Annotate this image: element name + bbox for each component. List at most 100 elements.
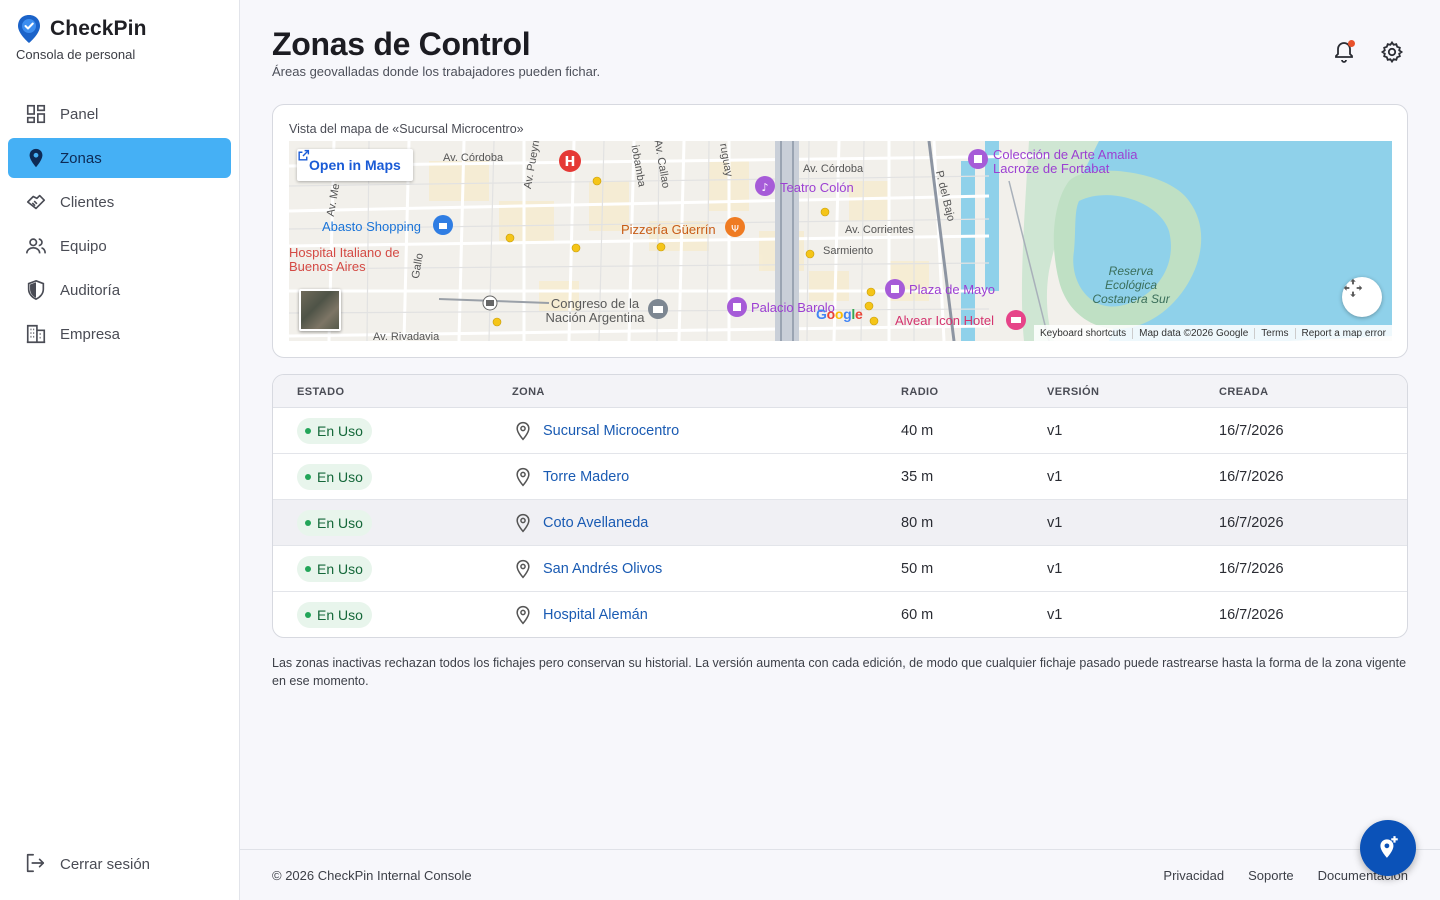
- column-header-version[interactable]: VERSIÓN: [1047, 386, 1099, 398]
- sidebar-item-label: Auditoría: [60, 281, 121, 299]
- map-label-area: Reserva Ecológica Costanera Sur: [1092, 264, 1170, 306]
- table-row[interactable]: En Uso San Andrés Olivos 50 m v1 16/7/20…: [273, 546, 1407, 592]
- sidebar: CheckPin Consola de personal Panel Zonas…: [0, 0, 240, 900]
- zone-version: v1: [1047, 561, 1063, 577]
- table-row[interactable]: En Uso Hospital Alemán 60 m v1 16/7/2026: [273, 592, 1407, 637]
- map-label-poi: Hospital Italiano de Buenos Aires: [289, 245, 400, 274]
- brand-subtitle: Consola de personal: [16, 47, 136, 62]
- zone-version: v1: [1047, 607, 1063, 623]
- logout-label: Cerrar sesión: [60, 855, 151, 873]
- map-label-poi: Pizzería Güerrín: [621, 222, 716, 237]
- map-label-poi: Congreso de la Nación Argentina: [545, 296, 645, 325]
- footer-link-privacidad[interactable]: Privacidad: [1163, 868, 1224, 883]
- map-label-street: Av. Rivadavia: [373, 331, 440, 341]
- zone-version: v1: [1047, 469, 1063, 485]
- map-label-poi: Alvear Icon Hotel: [895, 313, 994, 328]
- zone-created-date: 16/7/2026: [1219, 607, 1284, 623]
- sidebar-item-label: Empresa: [60, 325, 121, 343]
- zone-link[interactable]: Coto Avellaneda: [543, 515, 648, 531]
- zone-map[interactable]: H ♪ Ψ Av. Córdoba Av. Córdoba Av. Corrie…: [289, 141, 1392, 341]
- checkpin-logo-icon: [16, 14, 44, 44]
- sidebar-item-auditoria[interactable]: Auditoría: [8, 270, 231, 310]
- location-pin-icon: [516, 559, 530, 579]
- table-row[interactable]: En Uso Coto Avellaneda 80 m v1 16/7/2026: [273, 500, 1407, 546]
- zone-link[interactable]: San Andrés Olivos: [543, 561, 662, 577]
- svg-text:H: H: [565, 155, 576, 170]
- table-row[interactable]: En Uso Sucursal Microcentro 40 m v1 16/7…: [273, 408, 1407, 454]
- table-row[interactable]: En Uso Torre Madero 35 m v1 16/7/2026: [273, 454, 1407, 500]
- sidebar-item-empresa[interactable]: Empresa: [8, 314, 231, 354]
- google-logo: Google: [816, 306, 863, 322]
- terms-link[interactable]: Terms: [1254, 327, 1294, 339]
- fullscreen-button[interactable]: [1342, 277, 1382, 317]
- svg-text:♪: ♪: [761, 181, 768, 194]
- page-subtitle: Áreas geovalladas donde los trabajadores…: [272, 64, 601, 79]
- zone-link[interactable]: Hospital Alemán: [543, 607, 648, 623]
- status-badge: En Uso: [297, 556, 372, 582]
- zone-radius: 60 m: [901, 607, 934, 623]
- handshake-icon: [24, 190, 48, 214]
- report-map-error-link[interactable]: Report a map error: [1294, 327, 1392, 339]
- zone-link[interactable]: Sucursal Microcentro: [543, 423, 679, 439]
- building-icon: [24, 322, 48, 346]
- map-card: Vista del mapa de «Sucursal Microcentro»: [272, 104, 1408, 358]
- sidebar-item-label: Clientes: [60, 193, 115, 211]
- map-label-poi: Plaza de Mayo: [909, 282, 995, 297]
- zone-link[interactable]: Torre Madero: [543, 469, 629, 485]
- people-icon: [24, 234, 48, 258]
- settings-button[interactable]: [1380, 40, 1404, 64]
- zone-radius: 50 m: [901, 561, 934, 577]
- fullscreen-icon: [1343, 278, 1363, 298]
- column-header-estado[interactable]: ESTADO: [297, 386, 344, 398]
- zones-help-note: Las zonas inactivas rechazan todos los f…: [272, 656, 1407, 688]
- shield-icon: [24, 278, 48, 302]
- map-label-street: Sarmiento: [823, 245, 874, 257]
- sidebar-item-zonas[interactable]: Zonas: [8, 138, 231, 178]
- zone-created-date: 16/7/2026: [1219, 469, 1284, 485]
- map-label-poi: Colección de Arte Amalia Lacroze de Fort…: [993, 147, 1138, 176]
- page-footer: © 2026 CheckPin Internal Console Privaci…: [240, 849, 1440, 900]
- add-location-icon: [1380, 836, 1398, 858]
- map-label-street: Av. Corrientes: [845, 224, 914, 236]
- open-in-maps-button[interactable]: Open in Maps: [297, 149, 413, 181]
- location-pin-icon: [516, 467, 530, 487]
- zone-version: v1: [1047, 515, 1063, 531]
- add-zone-button[interactable]: [1360, 820, 1416, 876]
- external-link-icon: [298, 149, 310, 161]
- header-actions: [1332, 40, 1404, 64]
- map-label-street: Av. Córdoba: [803, 163, 864, 175]
- page-title: Zonas de Control: [272, 26, 531, 62]
- logout-icon: [24, 852, 48, 876]
- location-pin-icon: [24, 146, 48, 170]
- zone-radius: 80 m: [901, 515, 934, 531]
- notifications-button[interactable]: [1332, 40, 1356, 64]
- sidebar-item-panel[interactable]: Panel: [8, 94, 231, 134]
- status-badge: En Uso: [297, 510, 372, 536]
- location-pin-icon: [516, 421, 530, 441]
- brand-name: CheckPin: [50, 17, 147, 40]
- zone-created-date: 16/7/2026: [1219, 561, 1284, 577]
- location-pin-icon: [516, 605, 530, 625]
- footer-link-soporte[interactable]: Soporte: [1248, 868, 1294, 883]
- status-badge: En Uso: [297, 602, 372, 628]
- map-label-poi: Teatro Colón: [780, 180, 854, 195]
- satellite-toggle[interactable]: [299, 289, 341, 331]
- map-data-attribution: Map data ©2026 Google: [1132, 327, 1254, 339]
- zones-table: ESTADO ZONA RADIO VERSIÓN CREADA En Uso …: [272, 374, 1408, 638]
- logout-button[interactable]: Cerrar sesión: [24, 852, 150, 876]
- zone-radius: 40 m: [901, 423, 934, 439]
- column-header-radio[interactable]: RADIO: [901, 386, 938, 398]
- keyboard-shortcuts-link[interactable]: Keyboard shortcuts: [1034, 328, 1132, 339]
- status-badge: En Uso: [297, 418, 372, 444]
- table-header: ESTADO ZONA RADIO VERSIÓN CREADA: [273, 375, 1407, 408]
- sidebar-item-label: Equipo: [60, 237, 107, 255]
- map-attribution: Keyboard shortcuts Map data ©2026 Google…: [1033, 325, 1392, 341]
- sidebar-item-clientes[interactable]: Clientes: [8, 182, 231, 222]
- column-header-zona[interactable]: ZONA: [512, 386, 545, 398]
- sidebar-item-equipo[interactable]: Equipo: [8, 226, 231, 266]
- notification-dot: [1348, 40, 1355, 47]
- map-label-poi: Abasto Shopping: [322, 219, 422, 234]
- column-header-creada[interactable]: CREADA: [1219, 386, 1268, 398]
- open-in-maps-label: Open in Maps: [309, 157, 401, 173]
- copyright: © 2026 CheckPin Internal Console: [272, 868, 472, 883]
